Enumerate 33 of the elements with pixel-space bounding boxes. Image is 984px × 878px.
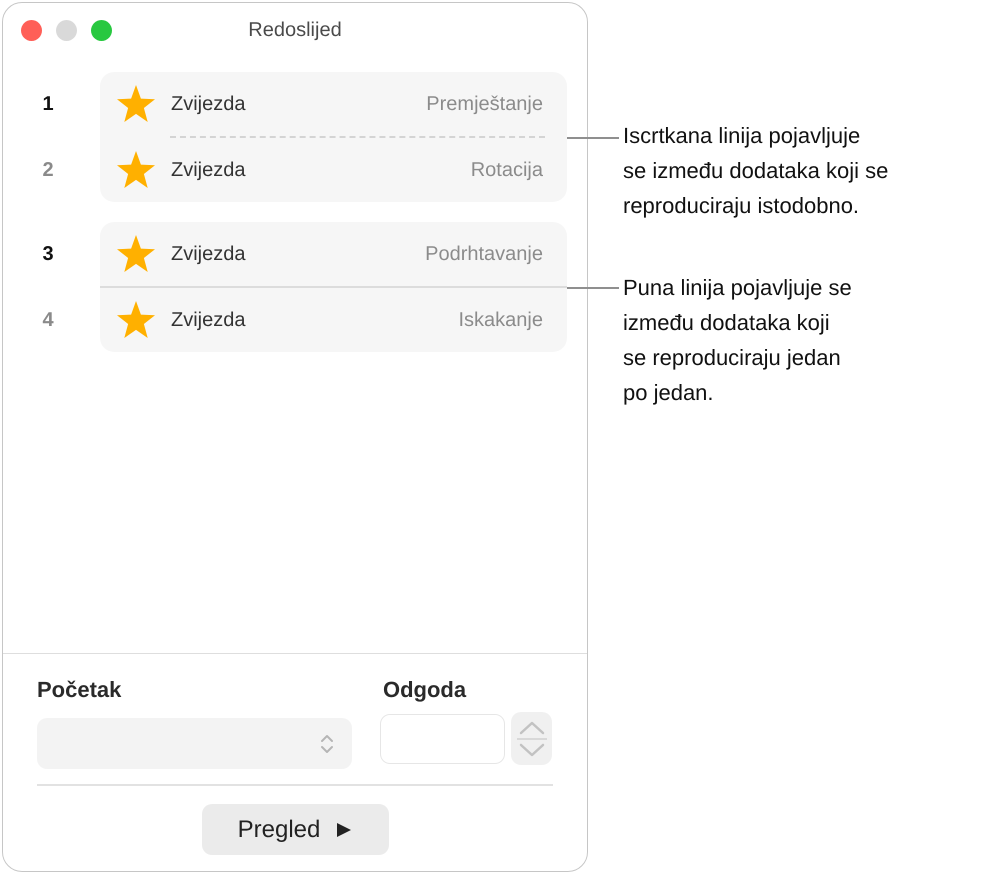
object-name: Zvijezda [171, 92, 246, 117]
object-name: Zvijezda [171, 158, 246, 183]
object-name: Zvijezda [171, 242, 246, 267]
close-button[interactable] [21, 20, 42, 41]
star-icon [117, 151, 155, 189]
effect-name: Podrhtavanje [425, 242, 543, 267]
callout-text: Puna linija pojavljuje se između dodataka koji se reproduciraju jedan po jedan. [623, 274, 852, 407]
delay-label: Odgoda [383, 676, 466, 704]
window-title: Redoslijed [248, 18, 342, 43]
build-number: 3 [42, 242, 54, 267]
start-label: Početak [37, 676, 122, 704]
effect-name: Iskakanje [458, 308, 543, 333]
build-number: 4 [42, 308, 54, 333]
preview-button[interactable]: Pregled [202, 804, 388, 855]
build-number: 2 [42, 158, 54, 183]
start-popup[interactable] [37, 718, 352, 769]
leader-line [567, 137, 619, 139]
effect-name: Rotacija [470, 158, 543, 183]
delay-field[interactable] [380, 714, 505, 764]
up-down-chevron-icon [320, 732, 334, 754]
callout-text: Iscrtkana linija pojavljuje se između dodataka koji se reproduciraju istodobno. [623, 122, 888, 220]
build-number: 1 [42, 92, 54, 117]
chevron-down-icon [518, 742, 544, 756]
zoom-button[interactable] [91, 20, 112, 41]
star-icon [117, 235, 155, 273]
effect-name: Premještanje [426, 92, 543, 117]
play-icon [336, 822, 352, 838]
stepper[interactable] [511, 712, 552, 765]
star-icon [117, 85, 155, 123]
object-name: Zvijezda [171, 308, 246, 333]
star-icon [117, 301, 155, 339]
chevron-up-icon [518, 720, 544, 734]
leader-line [567, 287, 619, 289]
